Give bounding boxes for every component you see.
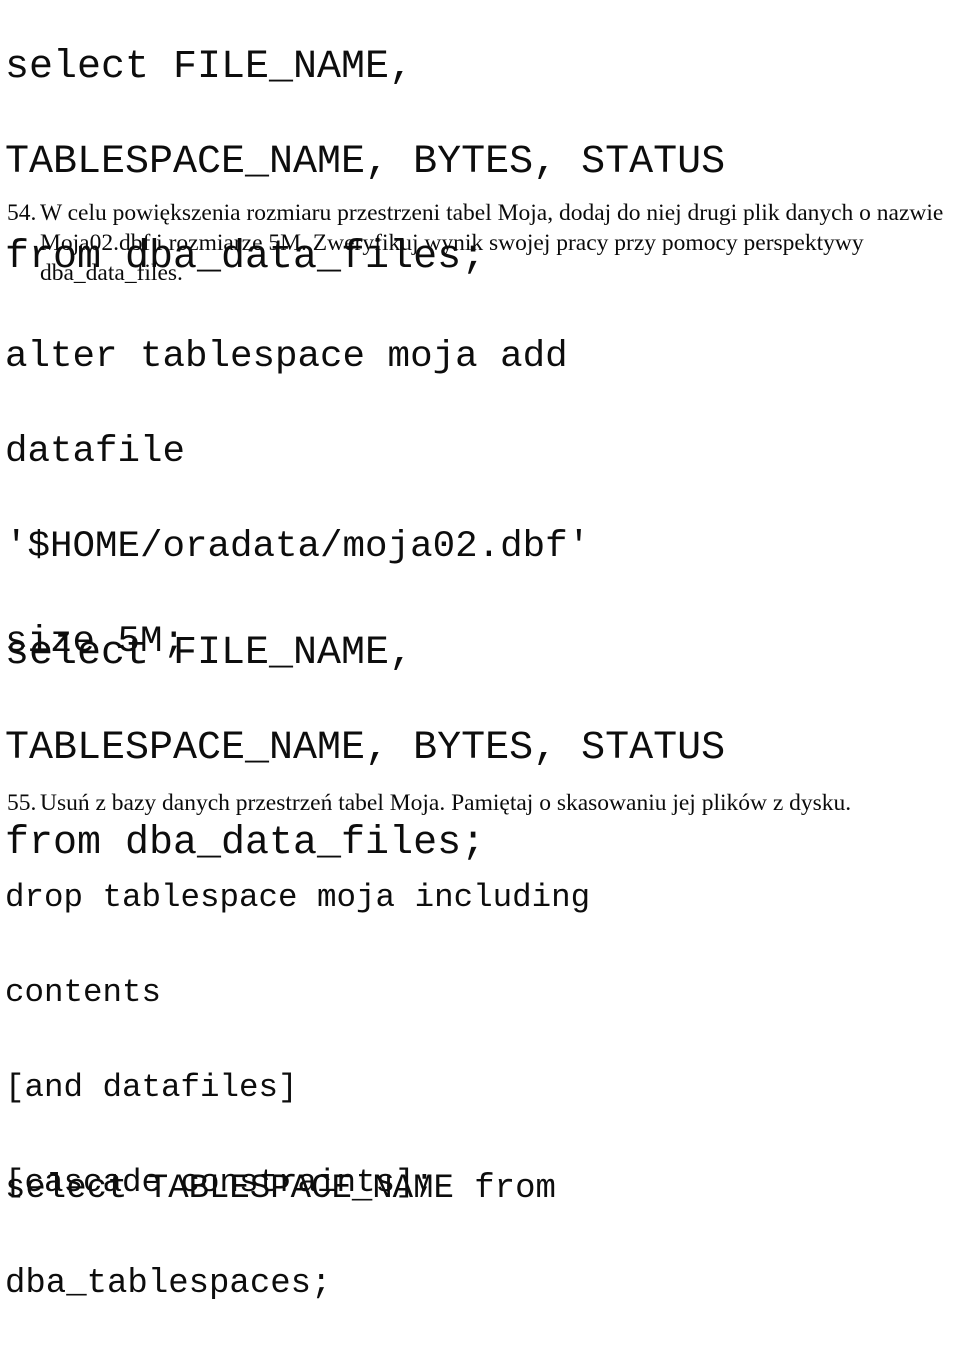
code-line: TABLESPACE_NAME, BYTES, STATUS [5,726,726,771]
code-line: TABLESPACE_NAME, BYTES, STATUS [5,140,726,185]
code-line: select FILE_NAME, [5,631,414,676]
exercise-number: 54. [7,200,37,226]
exercise-number: 55. [7,790,37,816]
document-page: select FILE_NAME, TABLESPACE_NAME, BYTES… [0,0,960,1303]
exercise-item-54: 54. W celu powiększenia rozmiaru przestr… [0,198,960,288]
code-line: drop tablespace moja including [5,879,591,916]
code-line: select FILE_NAME, [5,45,414,90]
code-line: datafile [5,431,186,473]
code-line: '$HOME/oradata/moja02.dbf' [5,526,591,568]
exercise-item-55: 55. Usuń z bazy danych przestrzeń tabel … [0,788,960,818]
exercise-text: Usuń z bazy danych przestrzeń tabel Moja… [40,790,852,816]
code-line: [and datafiles] [5,1069,298,1106]
exercise-text: W celu powiększenia rozmiaru przestrzeni… [40,200,944,286]
sql-code-block-select-tablespaces: select TABLESPACE_NAME from dba_tablespa… [0,1124,960,1350]
code-line: contents [5,974,162,1011]
code-line: alter tablespace moja add [5,336,568,378]
code-line: select TABLESPACE_NAME from [5,1170,556,1208]
code-line: dba_tablespaces; [5,1265,332,1303]
